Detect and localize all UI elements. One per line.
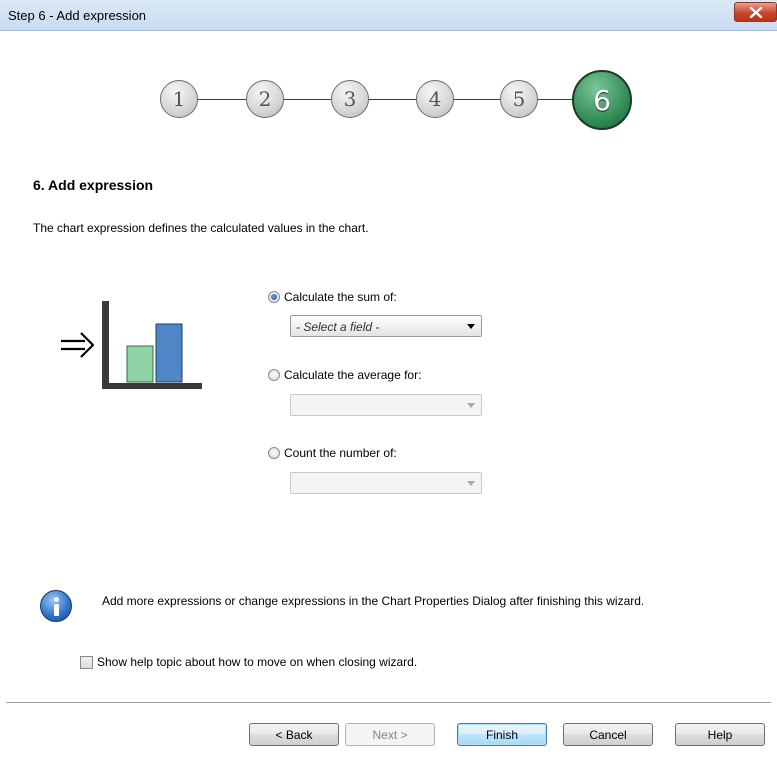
average-radio[interactable] bbox=[268, 369, 280, 381]
arrow-right-icon bbox=[61, 332, 95, 358]
close-icon bbox=[749, 7, 763, 18]
close-button[interactable] bbox=[734, 2, 777, 22]
help-topic-checkbox[interactable] bbox=[80, 656, 93, 669]
dropdown-arrow-icon bbox=[467, 403, 475, 408]
step-5: 5 bbox=[500, 80, 538, 118]
average-field-select[interactable] bbox=[290, 394, 482, 416]
info-icon bbox=[40, 590, 72, 622]
section-title: 6. Add expression bbox=[33, 177, 154, 193]
sum-option[interactable]: Calculate the sum of: bbox=[268, 290, 397, 304]
sum-radio[interactable] bbox=[268, 291, 280, 303]
sum-label: Calculate the sum of: bbox=[284, 290, 397, 304]
count-option[interactable]: Count the number of: bbox=[268, 446, 397, 460]
wizard-content: 1 2 3 4 5 6 6. Add expression The chart … bbox=[0, 31, 777, 761]
info-message: Add more expressions or change expressio… bbox=[102, 594, 645, 608]
sum-field-select[interactable]: - Select a field - bbox=[290, 315, 482, 337]
footer-divider bbox=[6, 702, 771, 703]
cancel-button[interactable]: Cancel bbox=[563, 723, 653, 746]
help-topic-label: Show help topic about how to move on whe… bbox=[97, 655, 418, 669]
window-title: Step 6 - Add expression bbox=[8, 8, 147, 23]
next-button[interactable]: Next > bbox=[345, 723, 435, 746]
count-label: Count the number of: bbox=[284, 446, 397, 460]
section-description: The chart expression defines the calcula… bbox=[33, 221, 369, 235]
step-2: 2 bbox=[246, 80, 284, 118]
title-bar: Step 6 - Add expression bbox=[0, 0, 777, 31]
count-field-select[interactable] bbox=[290, 472, 482, 494]
sum-field-value: - Select a field - bbox=[296, 320, 380, 334]
average-label: Calculate the average for: bbox=[284, 368, 422, 382]
bar-chart-icon bbox=[61, 301, 202, 389]
step-indicator: 1 2 3 4 5 6 bbox=[160, 70, 640, 130]
dropdown-arrow-icon bbox=[467, 324, 475, 329]
help-button[interactable]: Help bbox=[675, 723, 765, 746]
step-6-active: 6 bbox=[572, 70, 632, 130]
dropdown-arrow-icon bbox=[467, 481, 475, 486]
step-4: 4 bbox=[416, 80, 454, 118]
average-option[interactable]: Calculate the average for: bbox=[268, 368, 421, 382]
back-button[interactable]: < Back bbox=[249, 723, 339, 746]
step-1: 1 bbox=[160, 80, 198, 118]
count-radio[interactable] bbox=[268, 447, 280, 459]
step-3: 3 bbox=[331, 80, 369, 118]
finish-button[interactable]: Finish bbox=[457, 723, 547, 746]
